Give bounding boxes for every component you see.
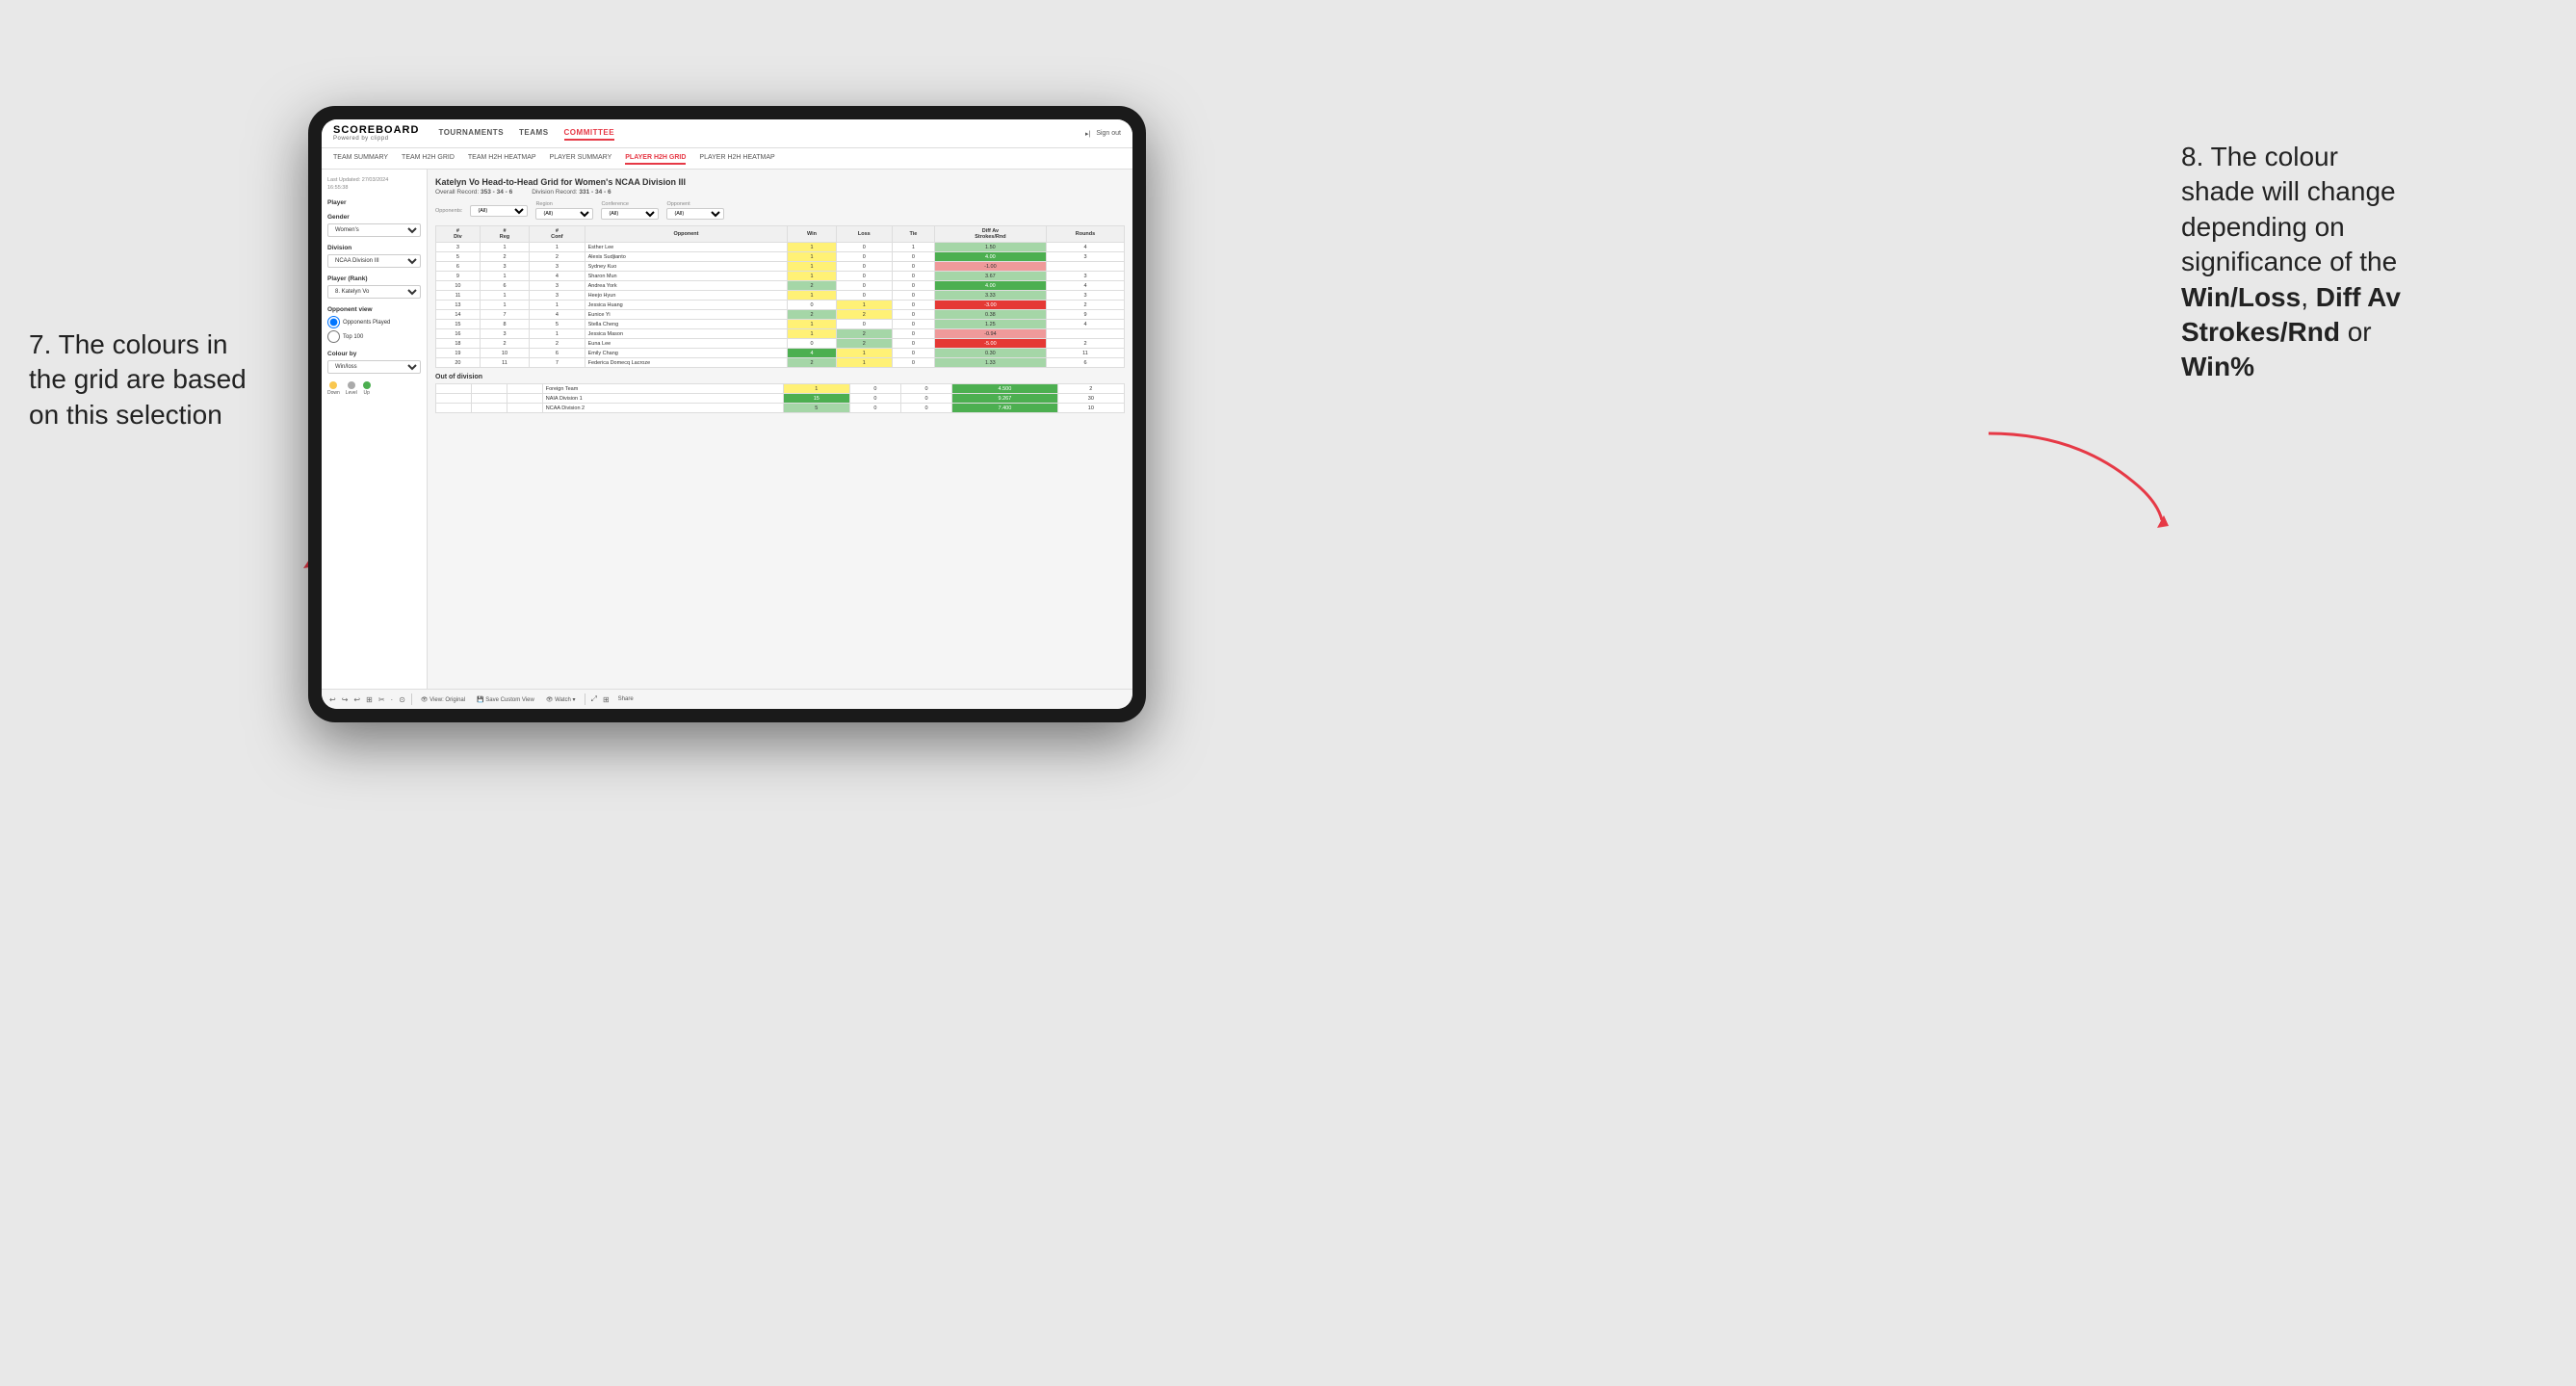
table-row: 522Alexis Sudjianto1004.003 xyxy=(436,252,1125,262)
tablet-device: SCOREBOARD Powered by clippd TOURNAMENTS… xyxy=(308,106,1146,722)
legend-level: Level xyxy=(346,381,357,396)
nav-tournaments[interactable]: TOURNAMENTS xyxy=(438,126,504,141)
radio-top100-input[interactable] xyxy=(327,330,340,343)
player-rank-section: Player (Rank) 8. Katelyn Vo xyxy=(327,275,421,299)
table-row: 20117Federica Domecq Lacroze2101.336 xyxy=(436,358,1125,368)
col-win: Win xyxy=(788,226,836,243)
grid2-icon: ⊞ xyxy=(603,695,610,704)
left-panel: Last Updated: 27/03/2024 16:55:38 Player… xyxy=(322,170,428,689)
annotation-left: 7. The colours in the grid are based on … xyxy=(29,327,299,432)
region-filter-group: Region (All) xyxy=(535,201,593,220)
watch-btn[interactable]: 👁 Watch ▾ xyxy=(543,695,579,704)
scissors-icon[interactable]: ✂ xyxy=(378,695,385,704)
colour-by-select[interactable]: Win/loss xyxy=(327,360,421,374)
share-btn[interactable]: Share xyxy=(615,695,637,703)
undo-icon[interactable]: ↩ xyxy=(329,695,336,704)
legend: Down Level Up xyxy=(327,381,421,396)
player-rank-select[interactable]: 8. Katelyn Vo xyxy=(327,285,421,299)
ood-table-row: Foreign Team1004.5002 xyxy=(436,384,1125,394)
redo-icon[interactable]: ↪ xyxy=(342,695,349,704)
col-div: #Div xyxy=(436,226,481,243)
conference-filter-group: Conference (All) xyxy=(601,201,659,220)
nav-right: ▸| Sign out xyxy=(1085,130,1121,138)
table-row: 1063Andrea York2004.004 xyxy=(436,281,1125,291)
legend-down-dot xyxy=(329,381,337,389)
table-row: 914Sharon Mun1003.673 xyxy=(436,272,1125,281)
sub-nav-team-h2h-grid[interactable]: TEAM H2H GRID xyxy=(402,152,455,165)
col-tie: Tie xyxy=(893,226,935,243)
table-row: 1585Stella Cheng1001.254 xyxy=(436,320,1125,329)
tablet-screen: SCOREBOARD Powered by clippd TOURNAMENTS… xyxy=(322,119,1132,709)
save-custom-view-btn[interactable]: 💾 Save Custom View xyxy=(474,695,537,704)
table-row: 1311Jessica Huang010-3.002 xyxy=(436,301,1125,310)
table-row: 311Esther Lee1011.504 xyxy=(436,243,1125,252)
legend-level-dot xyxy=(348,381,355,389)
opponents-filter[interactable]: (All) xyxy=(470,205,528,217)
sub-nav: TEAM SUMMARY TEAM H2H GRID TEAM H2H HEAT… xyxy=(322,148,1132,170)
colour-by-section: Colour by Win/loss xyxy=(327,351,421,374)
opponent-view-section: Opponent view Opponents Played Top 100 xyxy=(327,306,421,343)
logo: SCOREBOARD Powered by clippd xyxy=(333,125,419,142)
refresh-icon[interactable]: ⊙ xyxy=(399,695,405,704)
col-diff: Diff AvStrokes/Rnd xyxy=(934,226,1046,243)
sign-out-link[interactable]: Sign out xyxy=(1096,130,1121,137)
radio-opponents-played-input[interactable] xyxy=(327,316,340,328)
h2h-table: #Div #Reg #Conf Opponent Win Loss Tie Di… xyxy=(435,225,1125,368)
view-original-btn[interactable]: 👁 View: Original xyxy=(418,695,468,704)
filter-row: Opponents: (All) Region (All) Conference… xyxy=(435,201,1125,220)
col-conf: #Conf xyxy=(530,226,585,243)
main-content: Last Updated: 27/03/2024 16:55:38 Player… xyxy=(322,170,1132,689)
resize-icon: ⤢ xyxy=(591,694,597,704)
radio-top100: Top 100 xyxy=(327,330,421,343)
radio-opponents-played: Opponents Played xyxy=(327,316,421,328)
col-opponent: Opponent xyxy=(585,226,788,243)
col-rounds: Rounds xyxy=(1046,226,1124,243)
col-loss: Loss xyxy=(836,226,892,243)
table-row: 19106Emily Chang4100.3011 xyxy=(436,349,1125,358)
dot-icon: · xyxy=(391,695,394,704)
legend-down: Down xyxy=(327,381,340,396)
bottom-toolbar: ↩ ↪ ↩ ⊞ ✂ · ⊙ 👁 View: Original 💾 Save Cu… xyxy=(322,689,1132,709)
opponents-filter-label: Opponents: xyxy=(435,208,462,214)
table-row: 1631Jessica Mason120-0.94 xyxy=(436,329,1125,339)
out-of-division-table: Foreign Team1004.5002NAIA Division 11500… xyxy=(435,383,1125,413)
gender-section: Gender Women's xyxy=(327,214,421,237)
nav-items: TOURNAMENTS TEAMS COMMITTEE xyxy=(438,126,1066,141)
annotation-right: 8. The colour shade will change dependin… xyxy=(2181,140,2547,385)
legend-up: Up xyxy=(363,381,371,396)
ood-table-row: NCAA Division 25007.40010 xyxy=(436,404,1125,413)
toolbar-divider-1 xyxy=(411,693,412,705)
table-row: 1113Heejo Hyun1003.333 xyxy=(436,291,1125,301)
legend-up-dot xyxy=(363,381,371,389)
opponent-filter[interactable]: (All) xyxy=(666,208,724,220)
player-section: Player xyxy=(327,199,421,206)
gender-select[interactable]: Women's xyxy=(327,223,421,237)
table-row: 1822Euna Lee020-5.002 xyxy=(436,339,1125,349)
table-row: 633Sydney Kuo100-1.00 xyxy=(436,262,1125,272)
grid-icon[interactable]: ⊞ xyxy=(366,695,373,704)
nav-teams[interactable]: TEAMS xyxy=(519,126,549,141)
sub-nav-player-summary[interactable]: PLAYER SUMMARY xyxy=(550,152,612,165)
sub-nav-team-h2h-heatmap[interactable]: TEAM H2H HEATMAP xyxy=(468,152,536,165)
table-row: 1474Eunice Yi2200.389 xyxy=(436,310,1125,320)
division-section: Division NCAA Division III xyxy=(327,245,421,268)
out-of-division-title: Out of division xyxy=(435,374,1125,380)
overall-record: Overall Record: 353 - 34 - 6 Division Re… xyxy=(435,189,1125,196)
ood-table-row: NAIA Division 115009.26730 xyxy=(436,394,1125,404)
sub-nav-team-summary[interactable]: TEAM SUMMARY xyxy=(333,152,388,165)
division-select[interactable]: NCAA Division III xyxy=(327,254,421,268)
top-nav: SCOREBOARD Powered by clippd TOURNAMENTS… xyxy=(322,119,1132,148)
col-reg: #Reg xyxy=(480,226,529,243)
sub-nav-player-h2h-heatmap[interactable]: PLAYER H2H HEATMAP xyxy=(699,152,774,165)
sub-nav-player-h2h-grid[interactable]: PLAYER H2H GRID xyxy=(625,152,686,165)
conference-filter[interactable]: (All) xyxy=(601,208,659,220)
last-updated: Last Updated: 27/03/2024 16:55:38 xyxy=(327,177,421,192)
right-content: Katelyn Vo Head-to-Head Grid for Women's… xyxy=(428,170,1132,689)
nav-committee[interactable]: COMMITTEE xyxy=(564,126,615,141)
arrow-right-icon xyxy=(1979,424,2172,539)
grid-title: Katelyn Vo Head-to-Head Grid for Women's… xyxy=(435,177,1125,187)
back-icon[interactable]: ↩ xyxy=(353,695,360,704)
opponent-filter-group: Opponent (All) xyxy=(666,201,724,220)
region-filter[interactable]: (All) xyxy=(535,208,593,220)
